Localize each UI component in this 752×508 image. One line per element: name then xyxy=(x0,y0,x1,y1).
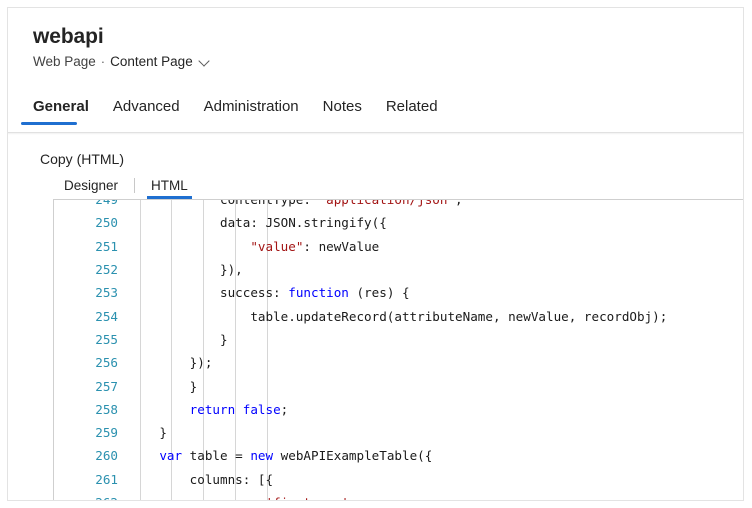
tab-notes[interactable]: Notes xyxy=(311,97,374,126)
line-number: 252 xyxy=(54,262,129,277)
code-token-plain: table = xyxy=(182,448,250,463)
line-number: 262 xyxy=(54,495,129,501)
code-text[interactable]: data: JSON.stringify({ xyxy=(129,215,744,230)
line-number: 250 xyxy=(54,215,129,230)
code-token-plain: ; xyxy=(281,402,289,417)
line-number: 258 xyxy=(54,402,129,417)
code-line: 258 return false; xyxy=(54,398,744,421)
code-line: 262 name: 'firstname', xyxy=(54,491,744,501)
line-number: 255 xyxy=(54,332,129,347)
code-token-plain xyxy=(129,448,159,463)
line-number: 261 xyxy=(54,472,129,487)
code-line: 249 contentType: "application/json", xyxy=(54,199,744,211)
chevron-down-icon xyxy=(200,56,209,65)
subtab-designer[interactable]: Designer xyxy=(62,177,120,198)
code-line: 254 table.updateRecord(attributeName, ne… xyxy=(54,304,744,327)
code-token-plain xyxy=(129,239,250,254)
code-token-plain: columns: [{ xyxy=(129,472,273,487)
record-subheader: Web Page · Content Page xyxy=(33,53,743,71)
editor-mode-subtabs: Designer HTML xyxy=(62,176,743,198)
subtab-html[interactable]: HTML xyxy=(149,177,190,198)
tab-related[interactable]: Related xyxy=(374,97,450,126)
tab-general[interactable]: General xyxy=(21,97,101,126)
code-line: 259 } xyxy=(54,421,744,444)
code-token-plain: } xyxy=(129,332,228,347)
page-type-picker[interactable]: Content Page xyxy=(110,53,209,71)
code-token-str: "application/json" xyxy=(319,199,455,207)
code-token-kw: var xyxy=(159,448,182,463)
code-text[interactable]: return false; xyxy=(129,402,744,417)
code-token-plain: } xyxy=(129,379,197,394)
code-token-plain: , xyxy=(349,495,357,501)
code-token-kw: return false xyxy=(190,402,281,417)
code-token-plain: (res) { xyxy=(349,285,410,300)
code-text[interactable]: columns: [{ xyxy=(129,472,744,487)
code-token-str: 'firstname' xyxy=(265,495,348,501)
code-text[interactable]: }); xyxy=(129,355,744,370)
code-token-plain: webAPIExampleTable({ xyxy=(273,448,432,463)
code-text[interactable]: "value": newValue xyxy=(129,239,744,254)
html-code-editor[interactable]: 249 contentType: "application/json",250 … xyxy=(53,199,744,501)
line-number: 259 xyxy=(54,425,129,440)
code-text[interactable]: } xyxy=(129,425,744,440)
code-token-plain: } xyxy=(129,425,167,440)
code-line: 256 }); xyxy=(54,351,744,374)
code-token-plain: : newValue xyxy=(303,239,379,254)
code-text[interactable]: table.updateRecord(attributeName, newVal… xyxy=(129,309,744,324)
line-number: 254 xyxy=(54,309,129,324)
section-label: Copy (HTML) xyxy=(40,150,743,168)
page-type-label: Content Page xyxy=(110,53,193,71)
code-token-kw: function xyxy=(288,285,349,300)
line-number: 249 xyxy=(54,199,129,207)
subtab-separator xyxy=(134,178,135,193)
record-header: webapi Web Page · Content Page xyxy=(8,8,743,71)
line-number: 253 xyxy=(54,285,129,300)
code-text[interactable]: } xyxy=(129,379,744,394)
code-token-plain: name: xyxy=(129,495,265,501)
code-text[interactable]: var table = new webAPIExampleTable({ xyxy=(129,448,744,463)
code-token-kw: new xyxy=(250,448,273,463)
page-title: webapi xyxy=(33,24,743,50)
main-tabstrip: General Advanced Administration Notes Re… xyxy=(8,90,743,126)
line-number: 256 xyxy=(54,355,129,370)
code-line: 251 "value": newValue xyxy=(54,235,744,258)
code-token-plain: success: xyxy=(129,285,288,300)
editor-scroll-content: 249 contentType: "application/json",250 … xyxy=(54,199,744,501)
code-line: 261 columns: [{ xyxy=(54,468,744,491)
code-text[interactable]: } xyxy=(129,332,744,347)
entity-type-label: Web Page xyxy=(33,53,96,71)
code-line: 257 } xyxy=(54,374,744,397)
code-text[interactable]: }), xyxy=(129,262,744,277)
code-token-plain: }); xyxy=(129,355,212,370)
line-number: 251 xyxy=(54,239,129,254)
code-text[interactable]: contentType: "application/json", xyxy=(129,199,744,207)
code-token-str: "value" xyxy=(250,239,303,254)
code-token-plain: table.updateRecord(attributeName, newVal… xyxy=(129,309,667,324)
form-card: webapi Web Page · Content Page General A… xyxy=(7,7,744,501)
code-line: 255 } xyxy=(54,328,744,351)
app-screen: webapi Web Page · Content Page General A… xyxy=(0,0,752,508)
line-number: 257 xyxy=(54,379,129,394)
code-token-plain: }), xyxy=(129,262,243,277)
code-line: 252 }), xyxy=(54,258,744,281)
line-number: 260 xyxy=(54,448,129,463)
code-line: 250 data: JSON.stringify({ xyxy=(54,211,744,234)
copy-html-section: Copy (HTML) Designer HTML xyxy=(8,135,743,198)
code-token-plain: contentType: xyxy=(129,199,319,207)
code-token-plain xyxy=(129,402,190,417)
code-token-plain: data: JSON.stringify({ xyxy=(129,215,387,230)
subheader-separator: · xyxy=(101,53,105,71)
tab-administration[interactable]: Administration xyxy=(192,97,311,126)
tab-advanced[interactable]: Advanced xyxy=(101,97,192,126)
code-text[interactable]: name: 'firstname', xyxy=(129,495,744,501)
code-line: 260 var table = new webAPIExampleTable({ xyxy=(54,444,744,467)
code-line: 253 success: function (res) { xyxy=(54,281,744,304)
code-text[interactable]: success: function (res) { xyxy=(129,285,744,300)
code-token-plain: , xyxy=(455,199,463,207)
